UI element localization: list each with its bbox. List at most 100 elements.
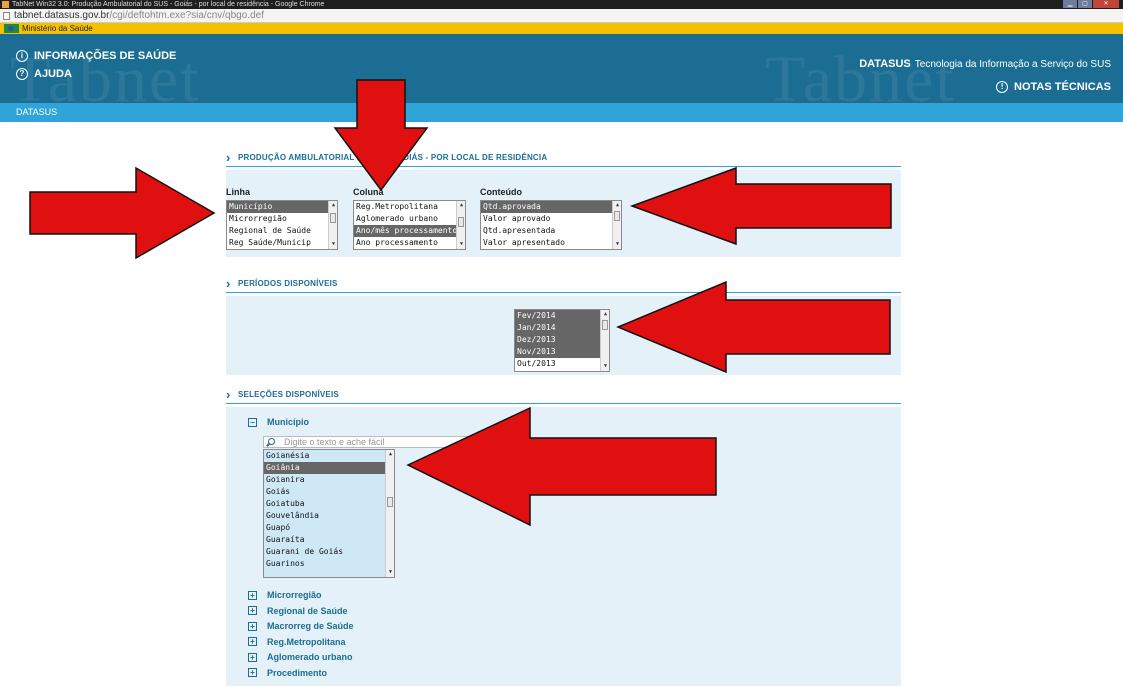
scroll-down-icon[interactable]: ▼ — [601, 362, 609, 371]
list-option[interactable]: Nov/2013 — [515, 346, 609, 358]
help-icon: ? — [16, 68, 28, 80]
scroll-up-icon[interactable]: ▲ — [457, 201, 465, 210]
scroll-up-icon[interactable]: ▲ — [329, 201, 337, 210]
scroll-thumb[interactable] — [602, 320, 608, 330]
url-domain: tabnet.datasus.gov.br — [14, 10, 110, 21]
expand-icon[interactable]: + — [248, 590, 257, 600]
datasus-brand[interactable]: DATASUS Tecnologia da Informação a Serviç… — [859, 58, 1111, 70]
collapsed-filter-label: Microrregião — [267, 590, 322, 600]
collapsed-filter-item[interactable]: + Macrorreg de Saúde — [248, 619, 354, 633]
nav-bar: DATASUS — [0, 103, 1123, 122]
window-controls: ▁ ▢ ✕ — [1063, 0, 1119, 9]
notas-label: NOTAS TÉCNICAS — [1014, 81, 1111, 93]
red-arrow-left-icon — [406, 406, 717, 527]
list-option[interactable]: Goiás — [264, 486, 394, 498]
list-option[interactable]: Ano/mês processamento — [354, 225, 465, 237]
collapsed-filter-item[interactable]: + Reg.Metropolitana — [248, 635, 346, 649]
list-option[interactable]: Guarinos — [264, 558, 394, 570]
brand-name: DATASUS — [859, 58, 911, 70]
nav-datasus-link[interactable]: DATASUS — [16, 107, 57, 117]
scroll-down-icon[interactable]: ▼ — [613, 240, 621, 249]
info-icon: i — [16, 50, 28, 62]
list-option[interactable]: Ano processamento — [354, 237, 465, 249]
list-option[interactable]: Guaraíta — [264, 534, 394, 546]
municipio-select[interactable]: Goianésia Goiânia Goianira Goiás Goiatuba Gou… — [263, 449, 395, 578]
scroll-thumb[interactable] — [330, 213, 336, 223]
scroll-thumb[interactable] — [387, 497, 393, 507]
close-button[interactable]: ✕ — [1093, 0, 1119, 8]
info-icon: ! — [996, 81, 1009, 93]
scroll-down-icon[interactable]: ▼ — [329, 240, 337, 249]
scroll-down-icon[interactable]: ▼ — [386, 568, 394, 577]
collapsed-filter-item[interactable]: + Aglomerado urbano — [248, 650, 353, 664]
list-option[interactable]: Fev/2014 — [515, 310, 609, 322]
notas-tecnicas-link[interactable]: ! NOTAS TÉCNICAS — [996, 81, 1111, 93]
help-label: AJUDA — [34, 68, 72, 80]
expand-icon[interactable]: + — [248, 668, 257, 677]
address-bar[interactable]: tabnet.datasus.gov.br/cgi/deftohtm.exe?s… — [0, 9, 1123, 23]
red-arrow-down-icon — [333, 79, 429, 192]
linha-select[interactable]: Município Microrregião Regional de Saúde Re… — [226, 200, 338, 250]
list-option[interactable]: Microrregião — [227, 213, 337, 225]
collapsed-filter-item[interactable]: + Regional de Saúde — [248, 604, 348, 618]
scroll-thumb[interactable] — [458, 217, 464, 227]
conteudo-select[interactable]: Qtd.aprovada Valor aprovado Qtd.apresentad… — [480, 200, 622, 250]
expand-icon[interactable]: + — [248, 652, 257, 662]
list-option[interactable]: Goiânia — [264, 462, 394, 474]
brand-tagline: Tecnologia da Informação a Serviço do SU… — [914, 59, 1111, 70]
list-option[interactable]: Goiatuba — [264, 498, 394, 510]
conteudo-scrollbar[interactable]: ▲ ▼ — [612, 201, 621, 249]
collapsed-filter-item[interactable]: + Microrregião — [248, 588, 322, 602]
list-option[interactable]: Valor apresentado — [481, 237, 621, 249]
info-label: INFORMAÇÕES DE SAÚDE — [34, 50, 177, 62]
scroll-up-icon[interactable]: ▲ — [601, 310, 609, 319]
list-option[interactable]: Município — [227, 201, 337, 213]
collapsed-filter-item[interactable]: + Procedimento — [248, 666, 327, 680]
header-menu: i INFORMAÇÕES DE SAÚDE ? AJUDA — [16, 47, 176, 83]
header-watermark-right: Tabnet — [765, 43, 956, 103]
maximize-button[interactable]: ▢ — [1078, 0, 1092, 8]
list-option[interactable]: Guapó — [264, 522, 394, 534]
help-menu-item[interactable]: ? AJUDA — [16, 65, 176, 83]
collapse-icon[interactable]: − — [248, 417, 257, 427]
list-option[interactable]: Goianira — [264, 474, 394, 486]
ministerio-label[interactable]: Ministério da Saúde — [22, 24, 93, 33]
list-option[interactable]: Guarani de Goiás — [264, 546, 394, 558]
expand-icon[interactable]: + — [248, 637, 257, 646]
expand-icon[interactable]: + — [248, 606, 257, 615]
red-arrow-left-icon — [629, 166, 892, 246]
section-title-selecoes: SELEÇÕES DISPONÍVEIS — [226, 387, 901, 404]
periodos-select[interactable]: Fev/2014 Jan/2014 Dez/2013 Nov/2013 Out/2013… — [514, 309, 610, 372]
url-path: /cgi/deftohtm.exe?sia/cnv/qbgo.def — [109, 10, 264, 21]
scroll-thumb[interactable] — [614, 211, 620, 221]
list-option[interactable]: Aglomerado urbano — [354, 213, 465, 225]
coluna-select[interactable]: Reg.Metropolitana Aglomerado urbano Ano/mê… — [353, 200, 466, 250]
scroll-up-icon[interactable]: ▲ — [386, 450, 394, 459]
collapsed-filter-label: Regional de Saúde — [267, 605, 348, 616]
list-option[interactable]: Reg Saúde/Municip — [227, 237, 337, 249]
list-option[interactable]: Valor aprovado — [481, 213, 621, 225]
list-option[interactable]: Goianésia — [264, 450, 394, 462]
periodos-scrollbar[interactable]: ▲ ▼ — [600, 310, 609, 371]
list-option[interactable]: Out/2013 — [515, 358, 609, 370]
expand-icon[interactable]: + — [248, 621, 257, 631]
list-option[interactable]: Reg.Metropolitana — [354, 201, 465, 213]
list-option[interactable]: Qtd.apresentada — [481, 225, 621, 237]
scroll-down-icon[interactable]: ▼ — [457, 240, 465, 249]
linha-scrollbar[interactable]: ▲ ▼ — [328, 201, 337, 249]
coluna-scrollbar[interactable]: ▲ ▼ — [456, 201, 465, 249]
site-header: Tabnet Tabnet i INFORMAÇÕES DE SAÚDE ? A… — [0, 34, 1123, 103]
collapsed-filter-label: Aglomerado urbano — [267, 652, 353, 662]
minimize-button[interactable]: ▁ — [1063, 0, 1077, 8]
list-option[interactable]: Qtd.aprovada — [481, 201, 621, 213]
info-menu-item[interactable]: i INFORMAÇÕES DE SAÚDE — [16, 47, 176, 65]
list-option[interactable]: Gouvelândia — [264, 510, 394, 522]
list-option[interactable]: Jan/2014 — [515, 322, 609, 334]
municipio-filter-header[interactable]: − Município — [248, 417, 309, 427]
scroll-up-icon[interactable]: ▲ — [613, 201, 621, 210]
list-option[interactable]: Dez/2013 — [515, 334, 609, 346]
list-option[interactable]: Regional de Saúde — [227, 225, 337, 237]
municipio-scrollbar[interactable]: ▲ ▼ — [385, 450, 394, 577]
search-placeholder: Digite o texto e ache fácil — [284, 437, 385, 447]
linha-label: Linha — [226, 187, 250, 197]
